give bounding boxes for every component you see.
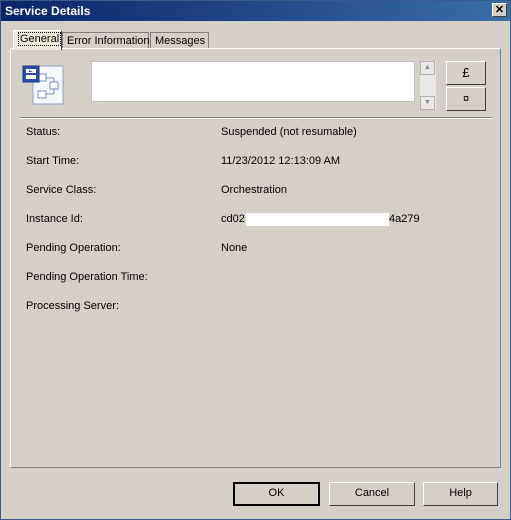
tab-general-label: General	[18, 32, 62, 46]
processing-server-label: Processing Server:	[26, 300, 119, 312]
scroll-up-icon[interactable]: ▲	[420, 61, 435, 75]
window-title: Service Details	[5, 4, 91, 18]
instance-id-label: Instance Id:	[26, 213, 83, 225]
pending-operation-time-label: Pending Operation Time:	[26, 271, 148, 283]
tab-general[interactable]: General	[13, 30, 62, 50]
close-button[interactable]: ✕	[492, 3, 507, 17]
close-icon: ✕	[494, 4, 505, 16]
start-time-label: Start Time:	[26, 155, 80, 167]
title-bar[interactable]: Service Details ✕	[1, 1, 510, 21]
instance-id-redaction	[246, 213, 389, 226]
ok-button[interactable]: OK	[233, 482, 320, 506]
description-textbox[interactable]	[91, 61, 415, 102]
instance-id-suffix: 4a279	[389, 213, 420, 225]
tab-messages-label: Messages	[155, 35, 206, 47]
tab-messages[interactable]: Messages	[150, 32, 209, 49]
tab-error-information[interactable]: Error Information	[62, 32, 150, 49]
help-icon: ¤	[462, 93, 470, 105]
separator	[20, 117, 492, 119]
instance-id-value: cd02	[221, 213, 245, 225]
copy-icon: £	[462, 65, 470, 80]
orchestration-icon	[21, 62, 71, 106]
help-info-button[interactable]: ¤	[446, 87, 486, 111]
service-class-value: Orchestration	[221, 184, 288, 196]
start-time-value: 11/23/2012 12:13:09 AM	[221, 155, 341, 167]
copy-button[interactable]: £	[446, 61, 486, 85]
status-value: Suspended (not resumable)	[221, 126, 357, 138]
description-scrollbar[interactable]: ▲ ▼	[420, 61, 436, 110]
pending-operation-label: Pending Operation:	[26, 242, 121, 254]
scroll-down-icon[interactable]: ▼	[420, 96, 435, 110]
help-button[interactable]: Help	[423, 482, 498, 506]
service-class-label: Service Class:	[26, 184, 97, 196]
general-tab-panel	[10, 48, 501, 468]
tab-error-information-label: Error Information	[67, 35, 150, 47]
pending-operation-value: None	[221, 242, 248, 254]
cancel-button[interactable]: Cancel	[329, 482, 415, 506]
status-label: Status:	[26, 126, 61, 138]
